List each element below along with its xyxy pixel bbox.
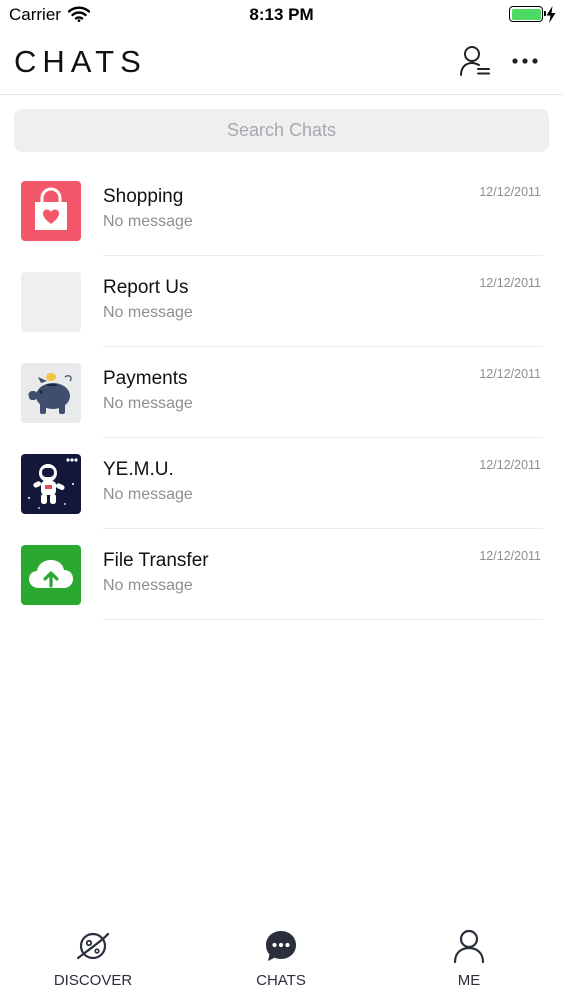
chat-name: File Transfer (103, 550, 209, 571)
more-horizontal-icon[interactable] (510, 48, 540, 74)
chat-name: Shopping (103, 186, 184, 207)
battery-level (511, 8, 541, 20)
astronaut-icon (21, 454, 81, 514)
chat-name: Report Us (103, 277, 189, 298)
status-bar: Carrier 8:13 PM (0, 0, 563, 30)
tab-discover[interactable]: DISCOVER (23, 925, 163, 995)
page-title: CHATS (14, 44, 147, 79)
chat-bubble-icon (266, 931, 296, 961)
tab-bar: DISCOVER CHATS ME (0, 925, 563, 1000)
header: CHATS (0, 30, 563, 95)
chat-preview: No message (103, 486, 193, 503)
tab-label: ME (457, 972, 481, 989)
chat-date: 12/12/2011 (479, 185, 541, 199)
tab-chats[interactable]: CHATS (211, 925, 351, 995)
cloud-upload-icon (21, 545, 81, 605)
chat-preview: No message (103, 213, 193, 230)
chat-preview: No message (103, 395, 193, 412)
chat-preview: No message (103, 304, 193, 321)
tab-label: DISCOVER (53, 972, 133, 989)
planet-icon (76, 932, 110, 960)
chat-item-report-us[interactable]: Report Us No message 12/12/2011 (0, 256, 563, 347)
chat-preview: No message (103, 577, 193, 594)
chat-item-file-transfer[interactable]: File Transfer No message 12/12/2011 (0, 529, 563, 620)
blank-avatar (21, 272, 81, 332)
battery-icon (509, 6, 546, 22)
chat-date: 12/12/2011 (479, 276, 541, 290)
tab-me[interactable]: ME (399, 925, 539, 995)
contacts-list-icon[interactable] (459, 44, 491, 78)
chat-date: 12/12/2011 (479, 367, 541, 381)
chat-list: Shopping No message 12/12/2011 Report Us… (0, 165, 563, 620)
chat-date: 12/12/2011 (479, 458, 541, 472)
divider (103, 619, 543, 620)
charging-bolt-icon (546, 6, 556, 23)
piggy-bank-icon (21, 363, 81, 423)
shopping-bag-heart-icon (21, 181, 81, 241)
chat-date: 12/12/2011 (479, 549, 541, 563)
chat-name: YE.M.U. (103, 459, 174, 480)
chat-item-shopping[interactable]: Shopping No message 12/12/2011 (0, 165, 563, 256)
search-input[interactable] (14, 109, 549, 152)
person-icon (453, 929, 485, 964)
chat-item-payments[interactable]: Payments No message 12/12/2011 (0, 347, 563, 438)
tab-label: CHATS (256, 972, 306, 989)
chat-name: Payments (103, 368, 188, 389)
chat-item-yemu[interactable]: YE.M.U. No message 12/12/2011 (0, 438, 563, 529)
clock: 8:13 PM (249, 5, 314, 24)
